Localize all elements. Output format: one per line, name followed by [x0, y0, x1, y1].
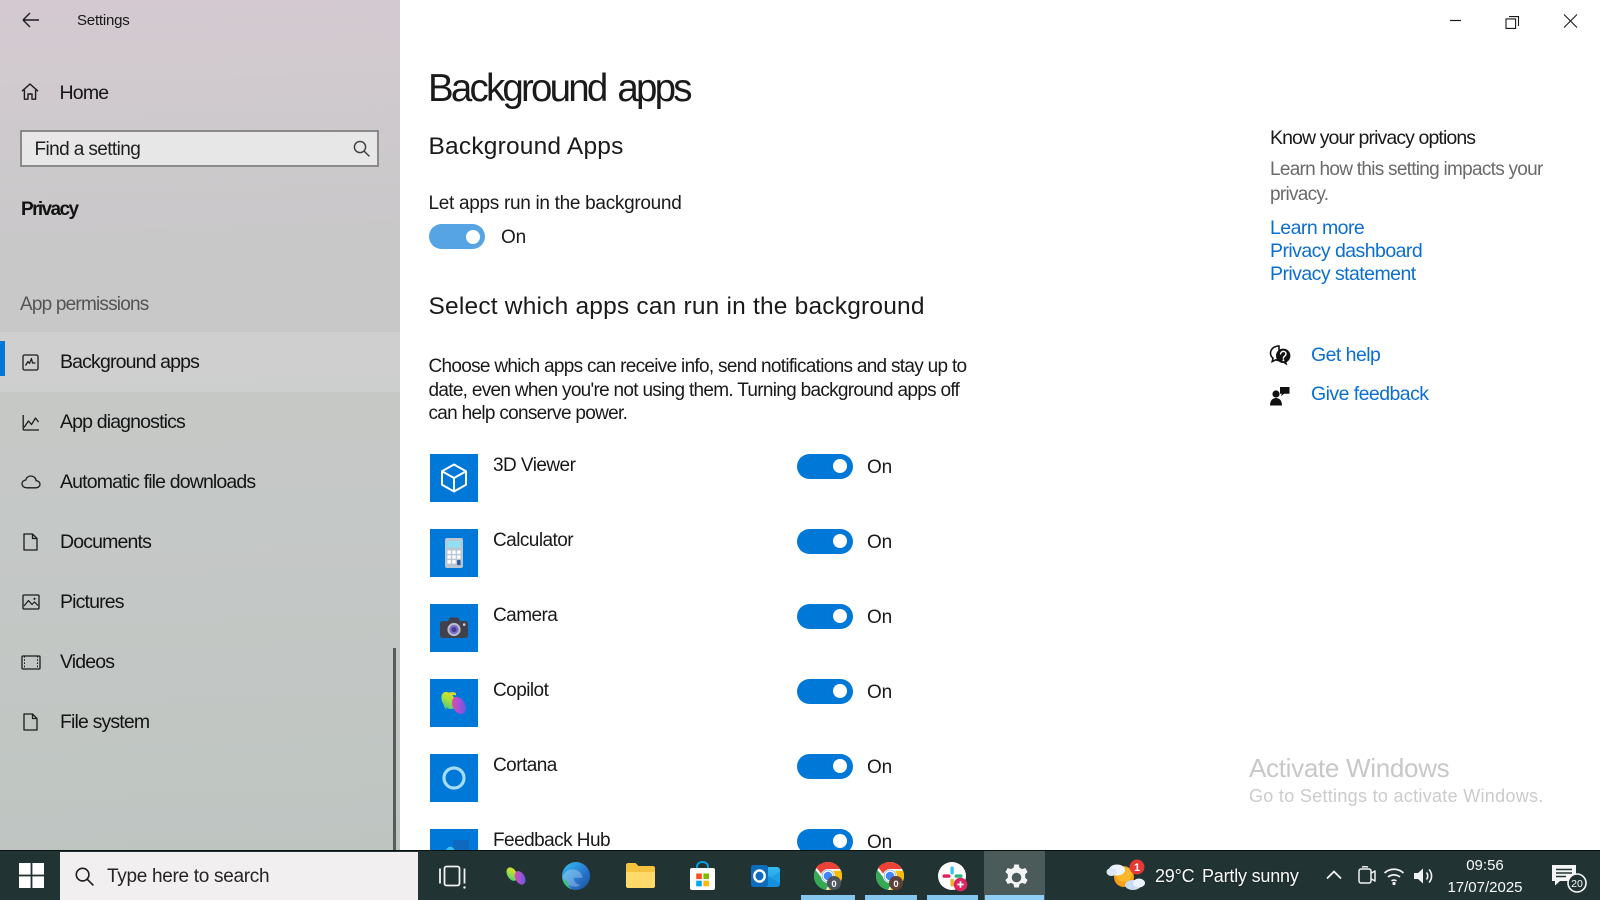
svg-text:0: 0: [893, 879, 898, 890]
svg-text:20: 20: [1571, 878, 1583, 890]
svg-text:1: 1: [1134, 862, 1140, 874]
svg-text:0: 0: [831, 879, 836, 890]
